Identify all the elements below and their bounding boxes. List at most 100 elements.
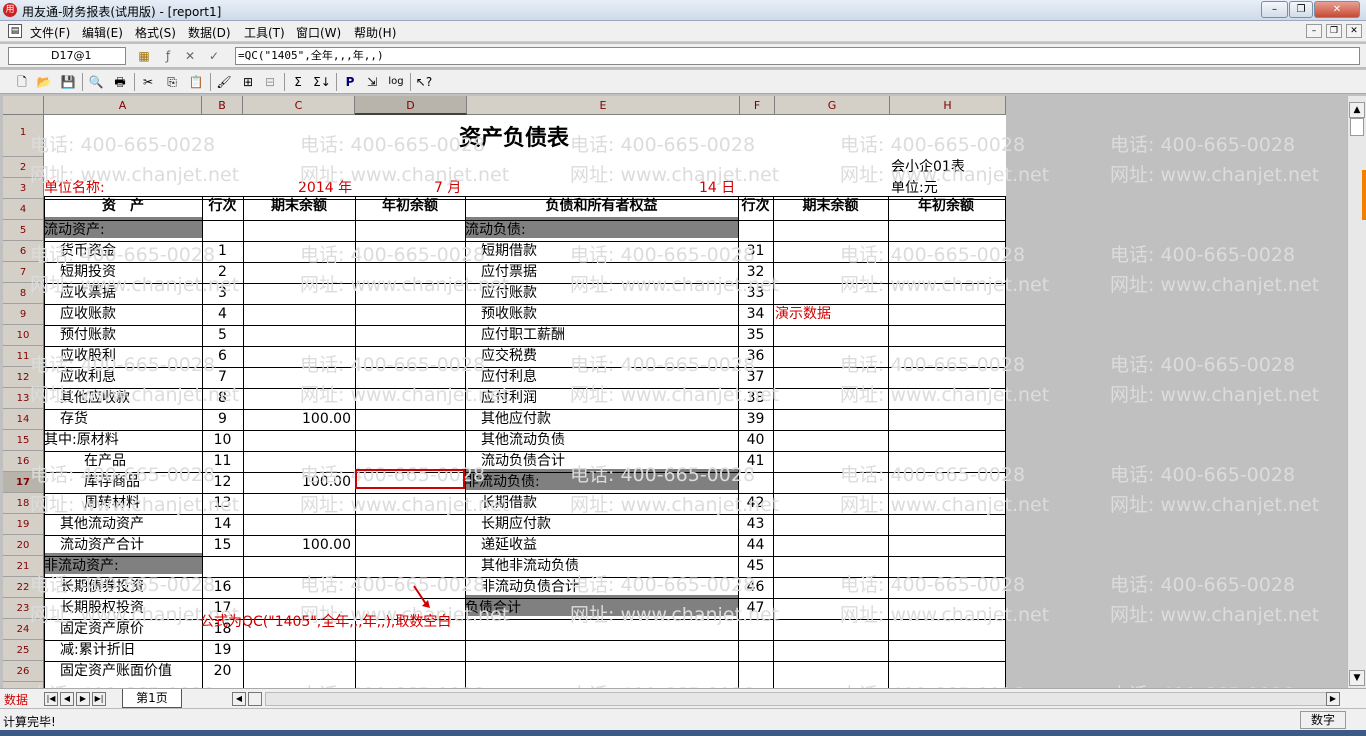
column-header-a[interactable]: A bbox=[44, 96, 202, 115]
row-header-24[interactable]: 24 bbox=[3, 619, 43, 640]
last-sheet-icon[interactable]: ▶| bbox=[92, 692, 106, 706]
column-header-c[interactable]: C bbox=[243, 96, 355, 115]
cancel-icon[interactable]: ✕ bbox=[182, 48, 198, 64]
menu-tools[interactable]: 工具(T) bbox=[244, 24, 285, 41]
asset-item-name[interactable]: 库存商品 bbox=[84, 472, 140, 492]
property-icon[interactable]: P bbox=[340, 72, 360, 92]
scroll-up-icon[interactable]: ▲ bbox=[1349, 102, 1365, 118]
vertical-scrollbar[interactable]: ▲ ▼ bbox=[1347, 96, 1366, 688]
asset-line-no[interactable]: 5 bbox=[202, 325, 243, 345]
liability-item-name[interactable]: 长期应付款 bbox=[481, 514, 551, 534]
cut-icon[interactable]: ✂ bbox=[138, 72, 158, 92]
corner-select-all[interactable] bbox=[3, 96, 44, 115]
help-pointer-icon[interactable]: ↖? bbox=[414, 72, 434, 92]
column-header-g[interactable]: G bbox=[775, 96, 890, 115]
liability-line-no[interactable]: 37 bbox=[738, 367, 773, 387]
asset-line-no[interactable]: 4 bbox=[202, 304, 243, 324]
formula-input[interactable]: =QC("1405",全年,,,年,,) bbox=[235, 47, 1360, 65]
column-header-b[interactable]: B bbox=[202, 96, 243, 115]
mode-data-label[interactable]: 数据 bbox=[4, 691, 28, 708]
asset-line-no[interactable]: 13 bbox=[202, 493, 243, 513]
liability-item-name[interactable]: 流动负债: bbox=[465, 220, 526, 240]
liability-line-no[interactable]: 35 bbox=[738, 325, 773, 345]
scroll-down-icon[interactable]: ▼ bbox=[1349, 670, 1365, 686]
log-icon[interactable]: log bbox=[386, 72, 406, 92]
column-header-d[interactable]: D bbox=[355, 96, 467, 115]
asset-item-name[interactable]: 减:累计折旧 bbox=[60, 640, 135, 660]
liability-line-no[interactable]: 41 bbox=[738, 451, 773, 471]
row-header-10[interactable]: 10 bbox=[3, 325, 43, 346]
liability-item-name[interactable]: 应付票据 bbox=[481, 262, 537, 282]
liability-item-name[interactable]: 预收账款 bbox=[481, 304, 537, 324]
liability-line-no[interactable]: 46 bbox=[738, 577, 773, 597]
row-header-21[interactable]: 21 bbox=[3, 556, 43, 577]
row-header-16[interactable]: 16 bbox=[3, 451, 43, 472]
save-icon[interactable]: 💾 bbox=[58, 72, 78, 92]
asset-line-no[interactable]: 7 bbox=[202, 367, 243, 387]
liability-item-name[interactable]: 应付利息 bbox=[481, 367, 537, 387]
liability-line-no[interactable]: 44 bbox=[738, 535, 773, 555]
menu-help[interactable]: 帮助(H) bbox=[354, 24, 396, 41]
row-header-25[interactable]: 25 bbox=[3, 640, 43, 661]
liability-line-no[interactable]: 33 bbox=[738, 283, 773, 303]
asset-item-name[interactable]: 应收利息 bbox=[60, 367, 116, 387]
row-header-22[interactable]: 22 bbox=[3, 577, 43, 598]
asset-ending-balance[interactable]: 100.00 bbox=[243, 535, 351, 555]
liability-line-no[interactable]: 42 bbox=[738, 493, 773, 513]
menu-edit[interactable]: 编辑(E) bbox=[82, 24, 123, 41]
row-header-19[interactable]: 19 bbox=[3, 514, 43, 535]
first-sheet-icon[interactable]: |◀ bbox=[44, 692, 58, 706]
asset-line-no[interactable]: 2 bbox=[202, 262, 243, 282]
insert-cell-icon[interactable]: ⊞ bbox=[238, 72, 258, 92]
column-header-h[interactable]: H bbox=[890, 96, 1006, 115]
asset-ending-balance[interactable]: 100.00 bbox=[243, 472, 351, 492]
row-header-1[interactable]: 1 bbox=[3, 115, 43, 157]
vertical-scroll-thumb[interactable] bbox=[1350, 118, 1364, 136]
row-header-23[interactable]: 23 bbox=[3, 598, 43, 619]
row-header-13[interactable]: 13 bbox=[3, 388, 43, 409]
asset-item-name[interactable]: 短期投资 bbox=[60, 262, 116, 282]
row-header-7[interactable]: 7 bbox=[3, 262, 43, 283]
asset-item-name[interactable]: 应收票据 bbox=[60, 283, 116, 303]
formula-icon[interactable]: ƒ bbox=[160, 48, 176, 64]
column-header-e[interactable]: E bbox=[467, 96, 740, 115]
row-header-17[interactable]: 17 bbox=[3, 472, 43, 493]
copy-icon[interactable]: ⎘ bbox=[162, 72, 182, 92]
asset-item-name[interactable]: 长期债券投资 bbox=[60, 577, 144, 597]
new-file-icon[interactable]: 🗋 bbox=[12, 72, 32, 92]
sum-rows-icon[interactable]: Σ↓ bbox=[312, 72, 332, 92]
liability-item-name[interactable]: 其他非流动负债 bbox=[481, 556, 579, 576]
liability-item-name[interactable]: 其他应付款 bbox=[481, 409, 551, 429]
liability-item-name[interactable]: 非流动负债: bbox=[465, 472, 540, 492]
column-header-f[interactable]: F bbox=[740, 96, 775, 115]
function-wizard-icon[interactable]: ▦ bbox=[136, 48, 152, 64]
horizontal-scrollbar[interactable] bbox=[265, 692, 1340, 706]
row-header-6[interactable]: 6 bbox=[3, 241, 43, 262]
row-header-18[interactable]: 18 bbox=[3, 493, 43, 514]
row-header-14[interactable]: 14 bbox=[3, 409, 43, 430]
row-header-3[interactable]: 3 bbox=[3, 178, 43, 199]
asset-item-name[interactable]: 货币资金 bbox=[60, 241, 116, 261]
asset-line-no[interactable]: 16 bbox=[202, 577, 243, 597]
asset-line-no[interactable]: 6 bbox=[202, 346, 243, 366]
liability-item-name[interactable]: 长期借款 bbox=[481, 493, 537, 513]
liability-ending-balance[interactable]: 演示数据 bbox=[775, 304, 831, 324]
paste-icon[interactable]: 📋 bbox=[186, 72, 206, 92]
asset-item-name[interactable]: 预付账款 bbox=[60, 325, 116, 345]
liability-line-no[interactable]: 47 bbox=[738, 598, 773, 618]
row-header-12[interactable]: 12 bbox=[3, 367, 43, 388]
row-header-4[interactable]: 4 bbox=[3, 199, 43, 220]
row-header-2[interactable]: 2 bbox=[3, 157, 43, 178]
liability-item-name[interactable]: 其他流动负债 bbox=[481, 430, 565, 450]
asset-item-name[interactable]: 非流动资产: bbox=[44, 556, 119, 576]
liability-line-no[interactable]: 34 bbox=[738, 304, 773, 324]
selected-cell-d17[interactable] bbox=[355, 469, 465, 489]
open-folder-icon[interactable]: 📂 bbox=[34, 72, 54, 92]
row-header-8[interactable]: 8 bbox=[3, 283, 43, 304]
liability-item-name[interactable]: 应交税费 bbox=[481, 346, 537, 366]
sum-icon[interactable]: Σ bbox=[288, 72, 308, 92]
cell-reference-box[interactable]: D17@1 bbox=[8, 47, 126, 65]
mdi-close-button[interactable]: ✕ bbox=[1346, 24, 1362, 38]
menu-data[interactable]: 数据(D) bbox=[188, 24, 231, 41]
row-header-26[interactable]: 26 bbox=[3, 661, 43, 682]
